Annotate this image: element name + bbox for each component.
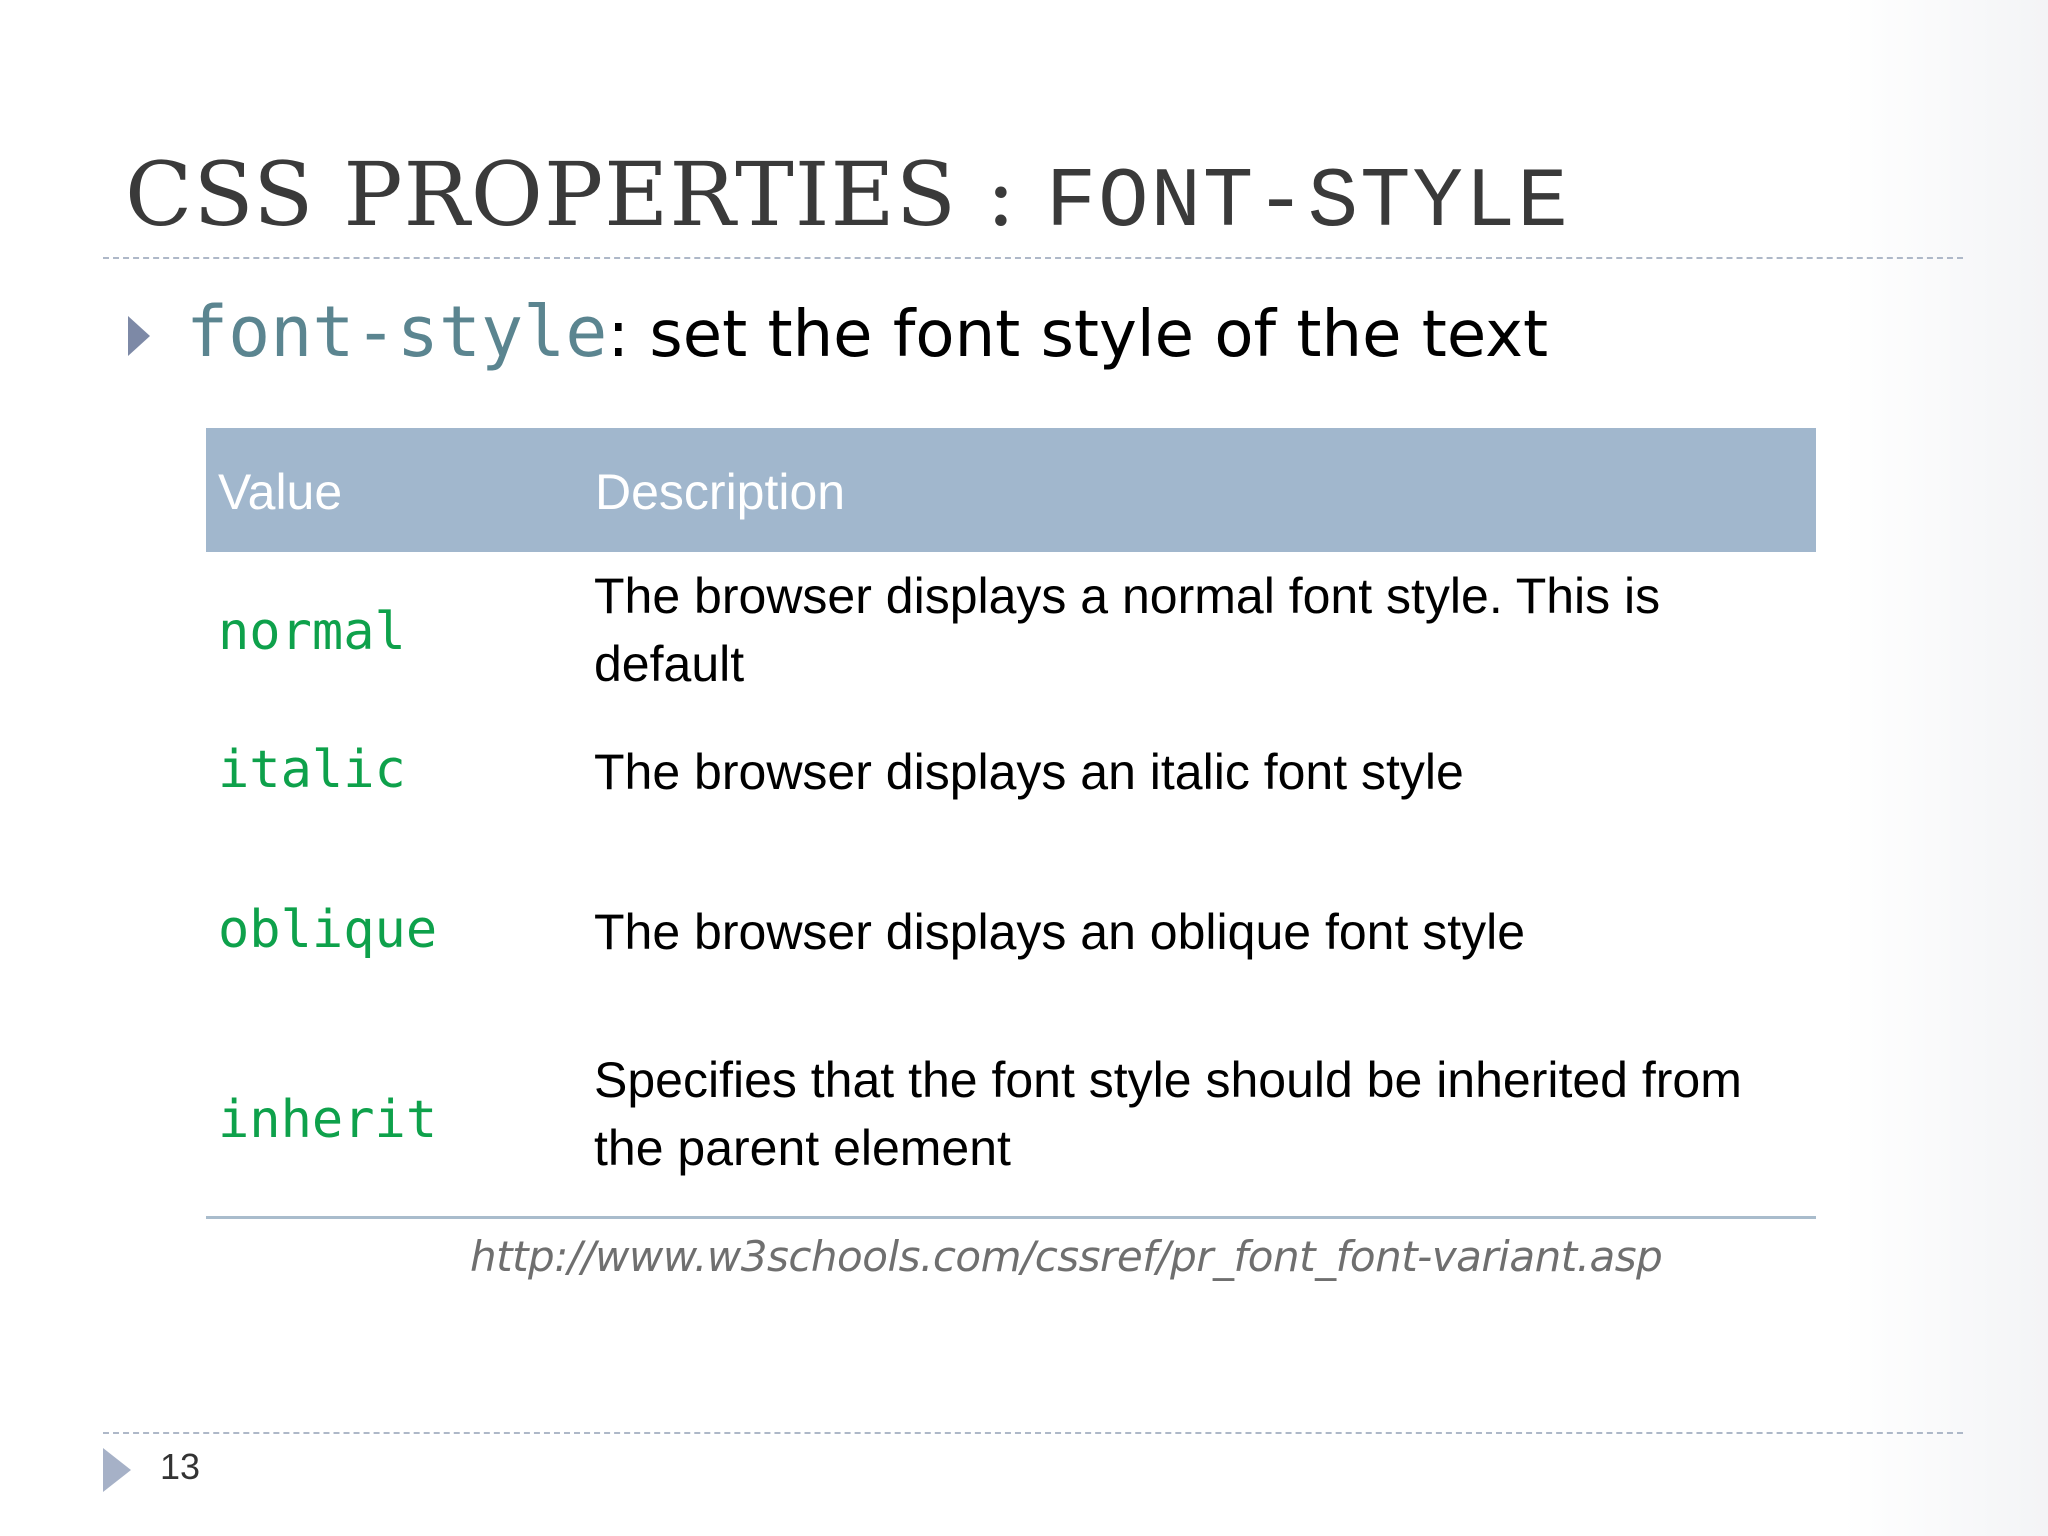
values-table: Value Description normal The browser dis… [206, 428, 1816, 1219]
row-value: normal [218, 602, 406, 662]
bullet-description: : set the font style of the text [607, 298, 1549, 372]
title-divider [103, 257, 1963, 259]
row-description: Specifies that the font style should be … [594, 1052, 1742, 1176]
table-row: italic The browser displays an italic fo… [206, 718, 1816, 880]
table-bottom-border [206, 1216, 1816, 1219]
row-value: inherit [218, 1090, 438, 1150]
slide: CSS PROPERTIES : FONT-STYLE font-style: … [0, 0, 2048, 1536]
title-main: CSS PROPERTIES : [125, 143, 1046, 246]
bullet-text: font-style: set the font style of the te… [186, 282, 1548, 385]
bullet-triangle-icon [128, 316, 150, 356]
header-description: Description [595, 464, 846, 520]
footer-divider [103, 1432, 1963, 1434]
table-row: normal The browser displays a normal fon… [206, 552, 1816, 718]
table-row: inherit Specifies that the font style sh… [206, 1042, 1816, 1216]
row-description: The browser displays an italic font styl… [594, 744, 1464, 800]
table-header: Value Description [206, 428, 1816, 552]
title-code: FONT-STYLE [1045, 156, 1570, 251]
row-description: The browser displays a normal font style… [594, 568, 1661, 692]
source-link[interactable]: http://www.w3schools.com/cssref/pr_font_… [470, 1232, 1663, 1281]
row-value: italic [218, 740, 406, 800]
slide-title: CSS PROPERTIES : FONT-STYLE [125, 140, 1570, 251]
row-description: The browser displays an oblique font sty… [594, 904, 1526, 960]
table-row: oblique The browser displays an oblique … [206, 880, 1816, 1042]
row-value: oblique [218, 900, 438, 960]
header-value: Value [218, 464, 343, 520]
page-number: 13 [160, 1446, 201, 1487]
footer-triangle-icon [103, 1448, 131, 1492]
bullet-code: font-style [186, 291, 608, 373]
